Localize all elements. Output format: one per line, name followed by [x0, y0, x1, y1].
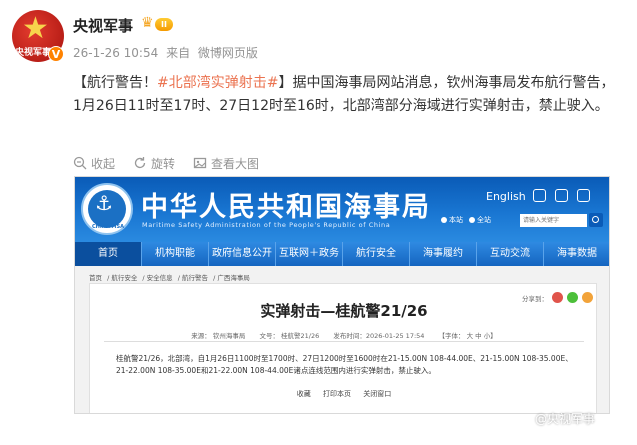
site-title: 中华人民共和国海事局 — [141, 192, 431, 223]
font-size-control[interactable]: 【字体： 大 中 小】 — [439, 332, 497, 340]
view-large-label: 查看大图 — [211, 156, 260, 171]
article-meta: 来源： 钦州海事局 文号： 桂航警21/26 发布时间：2026-01-25 1… — [90, 330, 598, 340]
search-scope: 本站 全站 — [435, 215, 491, 225]
vip-level: II — [155, 18, 173, 31]
top-icons — [533, 189, 599, 202]
post-image[interactable]: ⚓ CHINA MSA 中华人民共和国海事局 Maritime Safety A… — [74, 176, 610, 414]
close-window-link[interactable]: 关闭窗口 — [363, 390, 391, 398]
article-actions: 收藏 打印本页 关闭窗口 — [90, 389, 598, 399]
crown-icon: ♛ — [141, 15, 154, 31]
rotate-button[interactable]: 旋转 — [133, 154, 175, 172]
nav-gov-info[interactable]: 政府信息公开 — [209, 242, 276, 266]
source-prefix: 来自 — [166, 46, 191, 60]
site-search-input[interactable] — [520, 214, 587, 227]
nav-internet-gov[interactable]: 互联网＋政务 — [276, 242, 343, 266]
elderly-mode-icon[interactable] — [577, 189, 590, 202]
nav-compliance[interactable]: 海事履约 — [410, 242, 477, 266]
hashtag-link[interactable]: #北部湾实弹射击# — [157, 75, 278, 91]
rotate-label: 旋转 — [151, 156, 176, 171]
post-text: 【航行警告！#北部湾实弹射击#】据中国海事局网站消息，钦州海事局发布航行警告，1… — [73, 72, 618, 118]
post-source: 微博网页版 — [197, 46, 258, 60]
article-date: 发布时间：2026-01-25 17:54 — [333, 332, 425, 340]
nav-data[interactable]: 海事数据 — [544, 242, 609, 266]
crumb-home[interactable]: 首页 — [89, 274, 102, 282]
article-panel: 分享到： 实弹射击—桂航警21/26 来源： 钦州海事局 文号： 桂航警21/2… — [89, 283, 598, 413]
site-subtitle: Maritime Safety Administration of the Pe… — [142, 221, 391, 229]
article-source: 来源： 钦州海事局 — [191, 332, 246, 340]
site-banner: ⚓ CHINA MSA 中华人民共和国海事局 Maritime Safety A… — [75, 177, 609, 242]
anchor-icon: ⚓ — [95, 191, 113, 215]
breadcrumb: 首页 / 航行安全 / 安全信息 / 航行警告 / 广西海事局 — [89, 272, 253, 282]
article-doc-no: 文号： 桂航警21/26 — [259, 332, 320, 340]
view-large-button[interactable]: 查看大图 — [193, 154, 259, 172]
collapse-button[interactable]: 收起 — [73, 154, 115, 172]
emblem-caption: CHINA MSA — [92, 224, 124, 230]
weibo-watermark: @央视军事 — [535, 412, 596, 426]
avatar-label: 央视军事 — [15, 48, 52, 58]
msa-emblem-logo: ⚓ CHINA MSA — [81, 183, 133, 235]
crumb-nav-warning[interactable]: / 航行警告 — [178, 274, 208, 282]
search-icon[interactable] — [589, 213, 603, 227]
site-nav: 首页 机构职能 政府信息公开 互联网＋政务 航行安全 海事履约 互动交流 海事数… — [75, 242, 609, 266]
nav-home[interactable]: 首页 — [75, 242, 142, 266]
rotate-icon — [134, 157, 146, 169]
radio-all[interactable] — [469, 217, 475, 223]
favorite-link[interactable]: 收藏 — [297, 390, 311, 398]
post-meta: 26-1-26 10:54 来自 微博网页版 — [73, 44, 262, 61]
crumb-safety-info[interactable]: / 安全信息 — [142, 274, 172, 282]
print-link[interactable]: 打印本页 — [323, 390, 351, 398]
crumb-guangxi[interactable]: / 广西海事局 — [213, 274, 250, 282]
post-text-open: 【航行警告！ — [73, 75, 157, 91]
image-action-bar: 收起 旋转 查看大图 — [73, 154, 277, 172]
english-link[interactable]: English — [486, 190, 526, 203]
collapse-label: 收起 — [91, 156, 116, 171]
nav-nav-safety[interactable]: 航行安全 — [343, 242, 410, 266]
nav-functions[interactable]: 机构职能 — [142, 242, 209, 266]
article-body: 桂航警21/26，北部湾，自1月26日1100时至1700时、27日1200时至… — [116, 354, 573, 375]
radio-site-label: 本站 — [449, 216, 463, 224]
nav-interaction[interactable]: 互动交流 — [477, 242, 544, 266]
radio-site[interactable] — [441, 217, 447, 223]
zoom-out-icon — [73, 156, 87, 170]
verified-badge: V — [48, 46, 64, 62]
crumb-nav-safety[interactable]: / 航行安全 — [107, 274, 137, 282]
star-icon: ★ — [22, 11, 49, 46]
radio-all-label: 全站 — [477, 216, 491, 224]
mobile-icon[interactable] — [533, 189, 546, 202]
post-time[interactable]: 26-1-26 10:54 — [73, 46, 158, 60]
username[interactable]: 央视军事 — [73, 15, 133, 36]
vip-badge[interactable]: ♛ II — [141, 15, 175, 32]
article-title: 实弹射击—桂航警21/26 — [260, 302, 428, 320]
accessibility-icon[interactable] — [555, 189, 568, 202]
divider — [104, 341, 584, 342]
enlarge-icon — [193, 157, 207, 169]
